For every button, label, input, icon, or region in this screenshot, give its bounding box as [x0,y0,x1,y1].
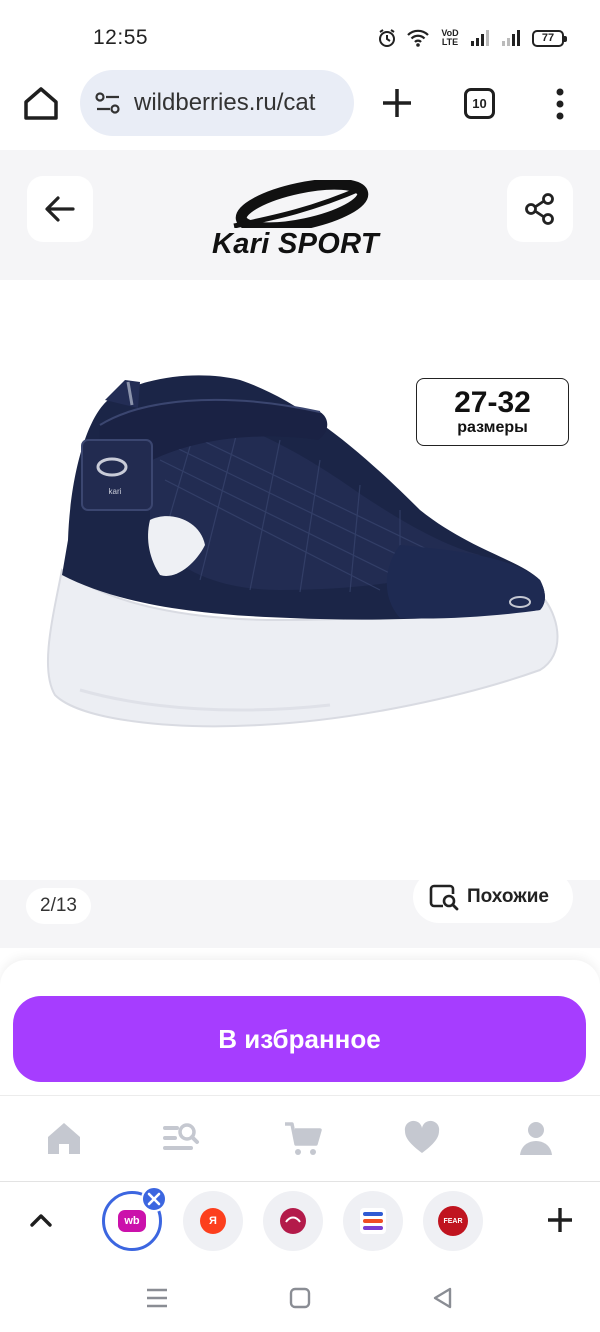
share-button[interactable] [507,176,573,242]
back-button[interactable] [27,176,93,242]
image-search-icon [429,884,459,911]
site-settings-icon[interactable] [94,90,122,116]
add-to-favorites-button[interactable]: В избранное [13,996,586,1082]
chevron-up-icon[interactable] [26,1206,56,1236]
share-icon [525,193,554,225]
product-photo[interactable]: kari [0,150,600,948]
status-time: 12:55 [93,26,149,49]
quick-tab-app-stack[interactable] [343,1191,403,1251]
back-triangle-icon[interactable] [430,1285,456,1311]
app-stack-logo-icon [360,1208,386,1234]
app-bottom-nav [0,1095,600,1181]
status-icons: VoD LTE 77 [377,25,567,51]
photo-counter: 2/13 [26,888,91,924]
favorites-heart-icon[interactable] [402,1118,442,1158]
battery-icon: 77 [532,29,567,47]
wifi-icon [407,29,429,47]
home-nav-icon[interactable] [44,1118,84,1158]
more-menu-icon[interactable] [546,86,574,122]
url-text: wildberries.ru/cat [134,89,316,116]
similar-button[interactable]: Похожие [413,871,573,923]
catalog-search-icon[interactable] [160,1118,200,1158]
recents-menu-icon[interactable] [144,1285,170,1311]
signal-icon-1 [471,30,489,46]
wb-logo-icon: wb [118,1210,146,1232]
brand-logo: Kari SPORT [212,178,390,260]
volte-label: VoD LTE [441,28,459,47]
cart-icon[interactable] [283,1118,323,1158]
quick-tab-app-fear[interactable]: FEAR [423,1191,483,1251]
sizes-label: размеры [457,419,528,436]
alarm-icon [379,29,395,47]
browser-quick-tabs: wb Я FEAR [0,1181,600,1263]
address-bar[interactable]: wildberries.ru/cat [80,70,354,136]
sizes-range: 27-32 [454,386,531,419]
brand-name: Kari SPORT [212,228,379,260]
sizes-badge: 27-32 размеры [416,378,569,446]
quick-tab-wb[interactable]: wb [102,1186,167,1251]
product-gallery[interactable]: kari Kari SPORT 27-32 размеры 2/13 Похож… [0,150,600,948]
close-icon [147,1192,161,1206]
home-icon[interactable] [20,82,62,124]
app-red-logo-icon [280,1208,306,1234]
add-quick-tab-icon[interactable] [544,1204,576,1236]
svg-text:kari: kari [109,487,122,496]
quick-tab-yandex[interactable]: Я [183,1191,243,1251]
home-square-icon[interactable] [287,1285,313,1311]
tab-switcher-button[interactable]: 10 [464,88,495,119]
arrow-left-icon [45,196,75,222]
yandex-logo-icon: Я [200,1208,226,1234]
browser-toolbar: wildberries.ru/cat 10 [0,70,600,150]
similar-label: Похожие [467,886,549,907]
new-tab-icon[interactable] [378,84,416,122]
quick-tab-app-red[interactable] [263,1191,323,1251]
status-bar: 12:55 VoD LTE 77 [0,0,600,72]
kari-logo-icon [233,178,369,234]
action-sheet: В избранное [0,960,600,1095]
app-fear-logo-icon: FEAR [438,1206,468,1236]
signal-icon-2 [502,30,520,46]
system-navigation-bar [0,1263,600,1332]
profile-icon[interactable] [516,1118,556,1158]
close-tab-button[interactable] [141,1186,167,1212]
